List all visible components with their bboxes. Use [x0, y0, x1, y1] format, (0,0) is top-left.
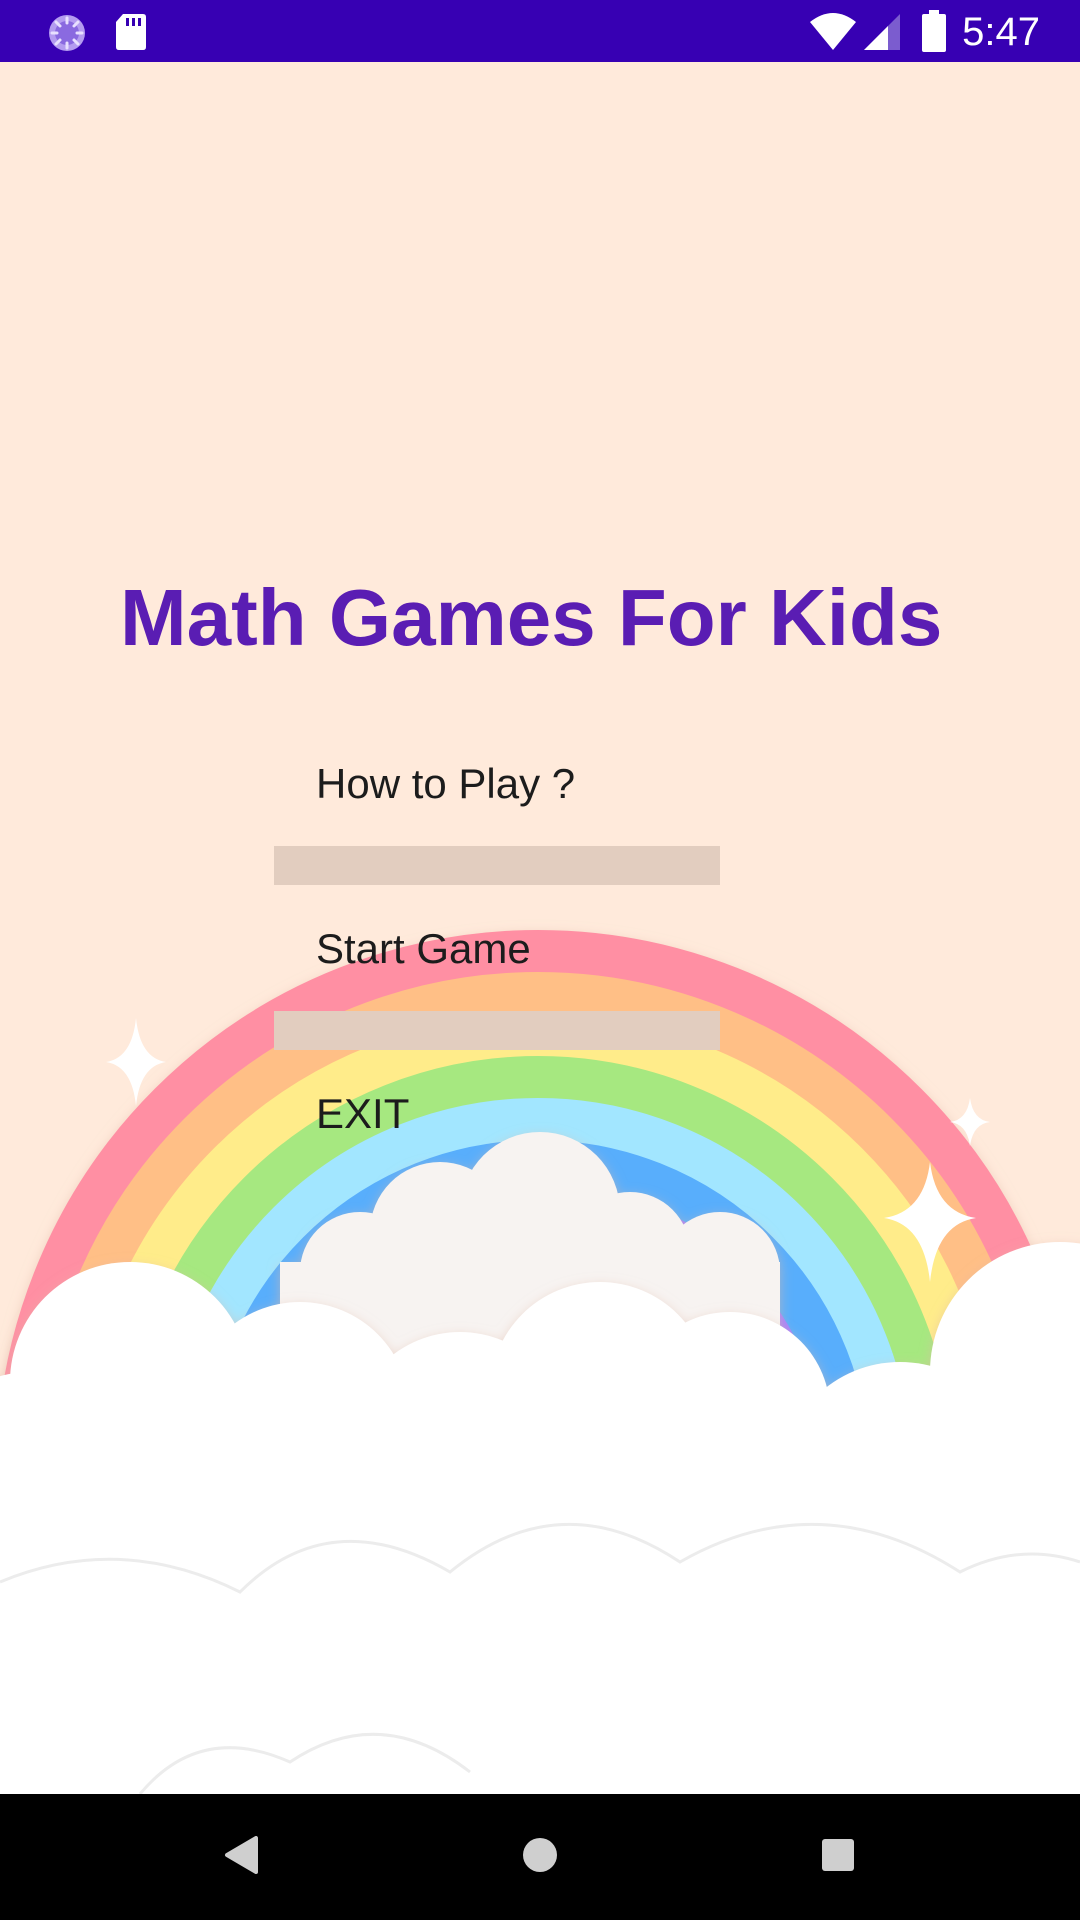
menu-divider	[274, 1011, 720, 1050]
status-time: 5:47	[962, 10, 1040, 54]
sd-card-icon	[114, 12, 148, 57]
home-button[interactable]	[480, 1794, 600, 1920]
loading-icon	[46, 12, 88, 59]
signal-icon	[864, 14, 900, 55]
start-game-button[interactable]: Start Game	[274, 887, 720, 1011]
recents-icon	[821, 1838, 855, 1877]
menu-divider	[274, 846, 720, 885]
wifi-icon	[810, 12, 856, 55]
app-title: Math Games For Kids	[120, 573, 943, 662]
battery-icon	[922, 10, 946, 57]
home-icon	[522, 1837, 558, 1878]
back-button[interactable]	[181, 1794, 301, 1920]
how-to-play-button[interactable]: How to Play ?	[274, 722, 720, 846]
navigation-bar	[0, 1794, 1080, 1920]
recents-button[interactable]	[778, 1794, 898, 1920]
main-screen: Math Games For Kids How to Play ? Start …	[0, 62, 1080, 1794]
exit-button[interactable]: EXIT	[274, 1052, 720, 1176]
back-icon	[224, 1835, 258, 1879]
status-bar: 5:47	[0, 0, 1080, 62]
